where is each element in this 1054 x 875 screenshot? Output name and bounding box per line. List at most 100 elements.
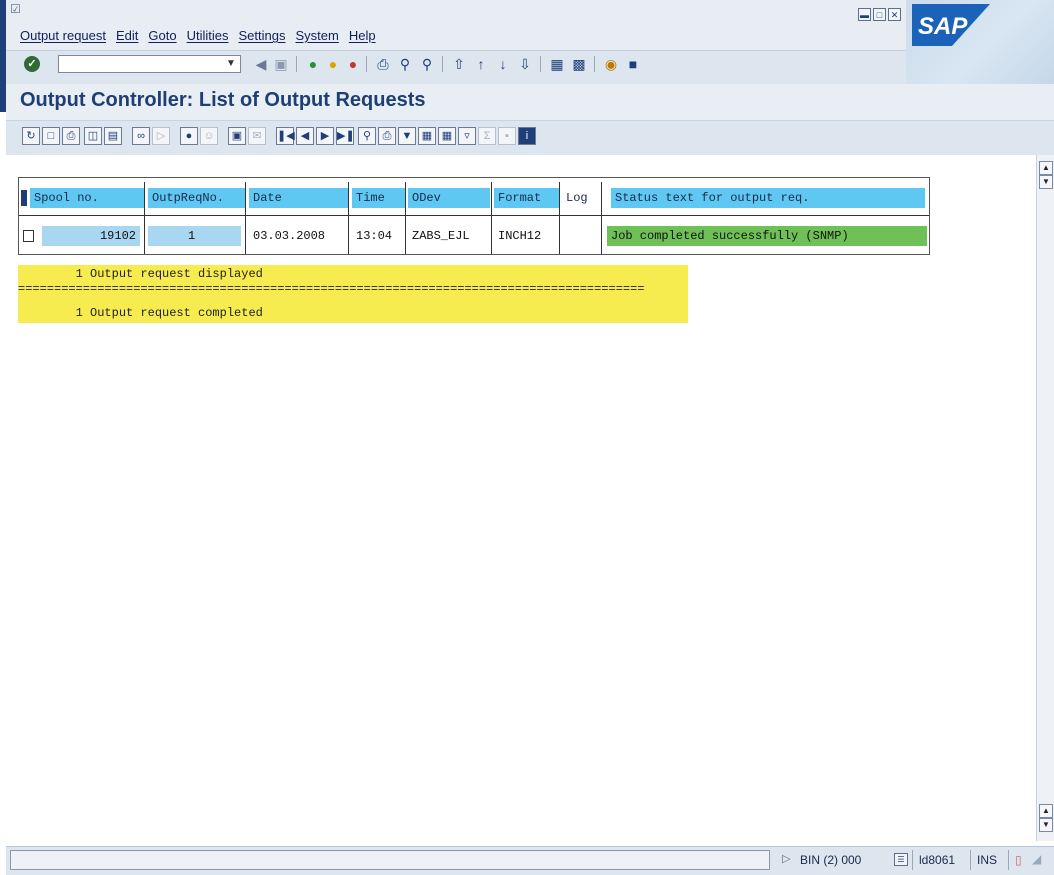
forward-icon: ▷	[152, 127, 170, 145]
status-expand-icon[interactable]: ▷	[782, 852, 790, 865]
information-icon[interactable]: i	[518, 127, 536, 145]
command-history-icon[interactable]: ▼	[224, 57, 238, 71]
column-header-status[interactable]: Status text for output req.	[611, 188, 925, 208]
cancel-icon[interactable]: ●	[344, 55, 362, 73]
help-icon[interactable]: ◉	[602, 55, 620, 73]
column-divider	[348, 182, 349, 254]
user-icon: ☺	[200, 127, 218, 145]
menu-edit[interactable]: Edit	[116, 28, 138, 46]
column-header-time[interactable]: Time	[352, 188, 405, 208]
toolbar-separator	[540, 56, 541, 72]
menu-utilities[interactable]: Utilities	[187, 28, 229, 46]
column-header-odev[interactable]: ODev	[408, 188, 490, 208]
menu-help[interactable]: Help	[349, 28, 376, 46]
cell-status: Job completed successfully (SNMP)	[607, 226, 927, 246]
print-icon[interactable]: ⎙	[374, 55, 392, 73]
maximize-icon[interactable]: □	[873, 8, 886, 21]
message-separator: ========================================…	[18, 284, 688, 304]
status-lock-icon: ▯	[1008, 850, 1028, 870]
column-header-spool-no[interactable]: Spool no.	[30, 188, 144, 208]
command-field[interactable]	[58, 55, 241, 73]
cell-odev: ZABS_EJL	[412, 229, 470, 243]
toolbar-separator	[366, 56, 367, 72]
send-icon: ✉	[248, 127, 266, 145]
cell-spool-no[interactable]: 19102	[42, 226, 140, 246]
create-shortcut-icon[interactable]: ▩	[570, 55, 588, 73]
change-layout-icon[interactable]: ▦	[438, 127, 456, 145]
select-all-marker[interactable]	[21, 190, 27, 206]
toolbar-separator	[594, 56, 595, 72]
last-page-icon[interactable]: ⇩	[516, 55, 534, 73]
column-header-format[interactable]: Format	[494, 188, 559, 208]
sap-logo: SAP	[912, 4, 990, 46]
first-page-icon[interactable]: ⇧	[450, 55, 468, 73]
next-page-icon[interactable]: ↓	[494, 55, 512, 73]
column-divider	[245, 182, 246, 254]
next-row-icon[interactable]: ▶	[316, 127, 334, 145]
column-header-outp-req-no[interactable]: OutpReqNo.	[148, 188, 245, 208]
sort-descending-icon[interactable]: ▦	[418, 127, 436, 145]
back-icon[interactable]: ●	[304, 55, 322, 73]
column-header-log[interactable]: Log	[562, 188, 598, 208]
find-icon[interactable]: ⚲	[396, 55, 414, 73]
back-arrow-icon[interactable]: ◀	[252, 55, 270, 73]
resize-grip-icon[interactable]: ◢	[1032, 852, 1050, 870]
system-info-icon[interactable]: ☰	[894, 853, 908, 866]
minimize-icon[interactable]: ▬	[858, 8, 871, 21]
cell-time: 13:04	[356, 229, 393, 243]
enter-check-icon[interactable]: ✓	[24, 56, 40, 72]
close-icon[interactable]: ✕	[888, 8, 901, 21]
column-divider	[144, 182, 145, 254]
refresh-icon[interactable]: ↻	[22, 127, 40, 145]
column-divider	[601, 182, 602, 254]
save-icon[interactable]: ▣	[272, 55, 290, 73]
cell-outp-req-no[interactable]: 1	[148, 226, 241, 246]
scroll-up-icon[interactable]: ▲	[1039, 161, 1053, 175]
header-divider	[19, 215, 929, 216]
menu-items: Output request Edit Goto Utilities Setti…	[20, 28, 386, 46]
print-directly-icon[interactable]: ⎙	[62, 127, 80, 145]
change-icon[interactable]: ∞	[132, 127, 150, 145]
scroll-page-up-icon[interactable]: ▲	[1039, 804, 1053, 818]
delete-icon[interactable]: ◫	[84, 127, 102, 145]
display-contents-icon[interactable]: □	[42, 127, 60, 145]
menu-settings[interactable]: Settings	[239, 28, 286, 46]
details-icon[interactable]: ▤	[104, 127, 122, 145]
find-next-icon[interactable]: ⚲	[418, 55, 436, 73]
status-mode[interactable]: INS	[970, 850, 1008, 870]
sum-icon: Σ	[478, 127, 496, 145]
message-completed: 1 Output request completed	[18, 304, 688, 323]
column-header-date[interactable]: Date	[249, 188, 348, 208]
last-row-icon[interactable]: ▶❚	[336, 127, 355, 145]
toolbar-separator	[442, 56, 443, 72]
page-title: Output Controller: List of Output Reques…	[20, 89, 426, 111]
row-select-checkbox[interactable]	[23, 230, 34, 242]
window-menu-icon[interactable]: ☑	[10, 2, 24, 16]
print-with-changed-attributes-icon[interactable]: ●	[180, 127, 198, 145]
scroll-down-icon[interactable]: ▼	[1039, 175, 1053, 189]
sort-ascending-icon[interactable]: ▼	[398, 127, 416, 145]
vertical-scrollbar[interactable]	[1036, 155, 1054, 841]
filter-icon[interactable]: ▿	[458, 127, 476, 145]
create-session-icon[interactable]: ▦	[548, 55, 566, 73]
cell-date: 03.03.2008	[253, 229, 326, 243]
toolbar-separator	[296, 56, 297, 72]
status-message-field	[10, 850, 770, 870]
menu-system[interactable]: System	[295, 28, 338, 46]
menu-goto[interactable]: Goto	[148, 28, 176, 46]
status-server: ld8061	[912, 850, 968, 870]
subtotal-icon: ▪	[498, 127, 516, 145]
menu-output-request[interactable]: Output request	[20, 28, 106, 46]
find-row-icon[interactable]: ⚲	[358, 127, 376, 145]
print-list-icon[interactable]: ⎙	[378, 127, 396, 145]
export-icon[interactable]: ▣	[228, 127, 246, 145]
scroll-page-down-icon[interactable]: ▼	[1039, 818, 1053, 832]
exit-icon[interactable]: ●	[324, 55, 342, 73]
cell-format: INCH12	[498, 229, 542, 243]
status-system: BIN (2) 000	[800, 853, 862, 867]
previous-row-icon[interactable]: ◀	[296, 127, 314, 145]
previous-page-icon[interactable]: ↑	[472, 55, 490, 73]
message-displayed: 1 Output request displayed	[18, 265, 688, 284]
first-row-icon[interactable]: ❚◀	[276, 127, 295, 145]
customize-layout-icon[interactable]: ■	[624, 55, 642, 73]
